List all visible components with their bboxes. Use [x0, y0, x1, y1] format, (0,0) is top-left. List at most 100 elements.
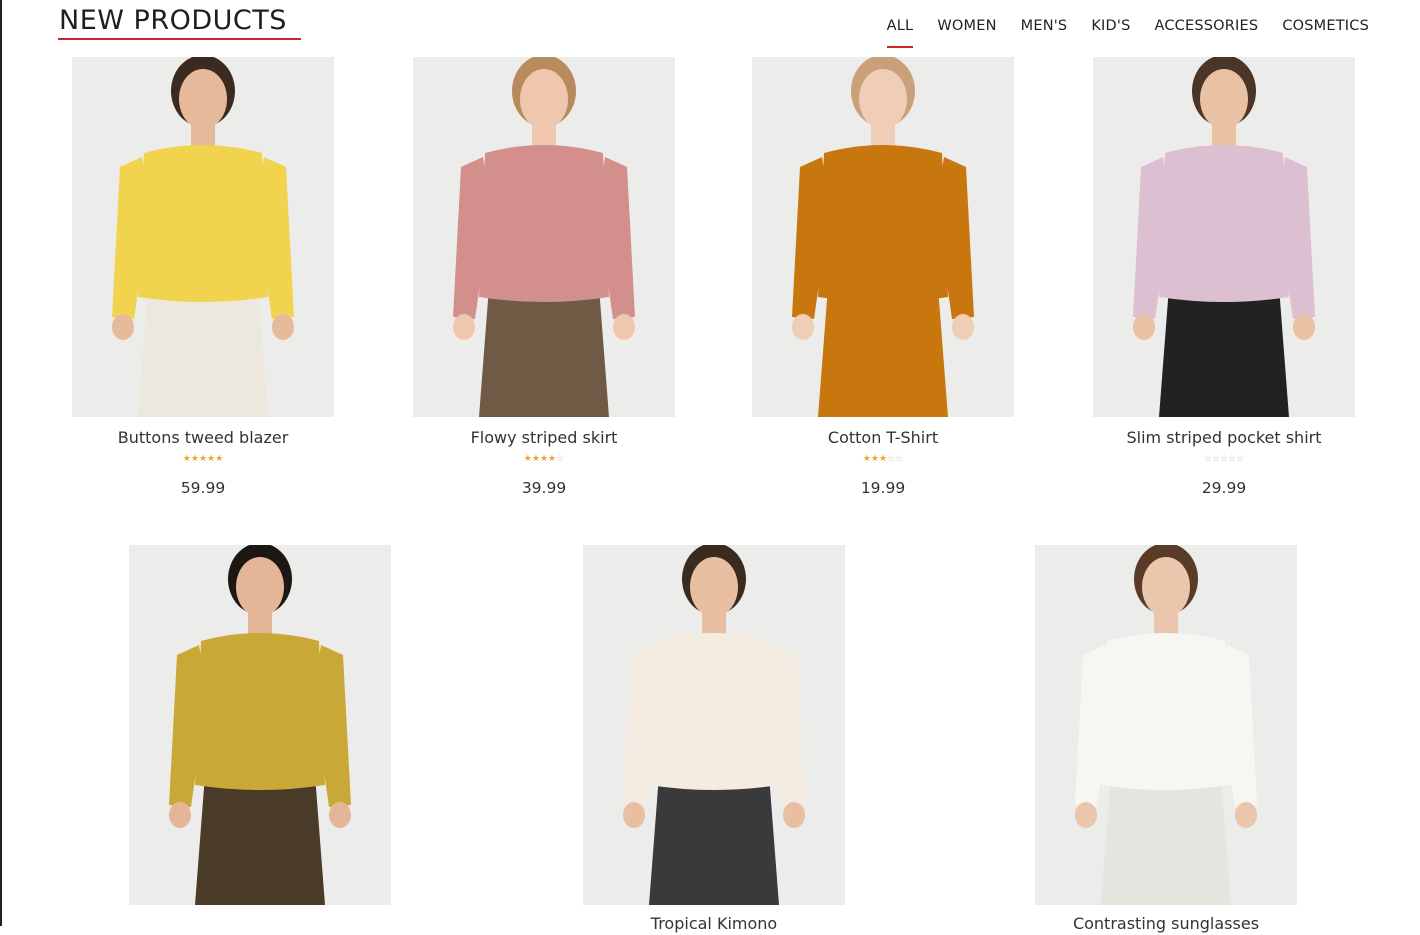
star-filled-icon: ★: [870, 454, 879, 464]
product-name[interactable]: Slim striped pocket shirt: [1093, 427, 1355, 449]
model-left-hand: [623, 802, 645, 828]
model-illustration: [623, 545, 805, 905]
star-empty-icon: ☆: [1228, 454, 1237, 464]
product-name[interactable]: Tropical Kimono: [583, 913, 845, 935]
product-card[interactable]: Contrasting sunglasses: [1035, 545, 1297, 935]
product-price: 19.99: [860, 479, 906, 497]
section-title: NEW PRODUCTS: [59, 5, 287, 36]
model-top: [1101, 633, 1231, 790]
model-right-hand: [329, 802, 351, 828]
product-card[interactable]: Tropical Kimono: [583, 545, 845, 935]
model-illustration: [1133, 57, 1315, 417]
model-face: [236, 557, 284, 617]
star-filled-icon: ★: [207, 454, 216, 464]
model-illustration: [1075, 545, 1257, 905]
star-filled-icon: ★: [523, 454, 532, 464]
model-top: [818, 145, 948, 302]
model-left-hand: [453, 314, 475, 340]
model-top: [1159, 145, 1289, 302]
model-illustration: [453, 57, 635, 417]
model-right-hand: [783, 802, 805, 828]
star-filled-icon: ★: [878, 454, 888, 464]
model-right-hand: [1235, 802, 1257, 828]
title-underline: [58, 38, 301, 40]
model-bottom: [1101, 775, 1231, 905]
model-left-hand: [112, 314, 134, 340]
model-bottom: [649, 775, 779, 905]
product-price: 29.99: [1201, 479, 1247, 497]
star-filled-icon: ★: [862, 454, 871, 464]
model-top: [138, 145, 268, 302]
rating-stars: ★★★★☆: [413, 453, 675, 465]
model-illustration: [169, 545, 351, 905]
model-top: [195, 633, 325, 790]
model-bottom: [138, 287, 268, 417]
star-empty-icon: ☆: [895, 454, 904, 464]
star-empty-icon: ☆: [1203, 454, 1212, 464]
product-card[interactable]: [129, 545, 391, 913]
window-left-edge: [0, 0, 2, 926]
product-image[interactable]: [129, 545, 391, 905]
product-image[interactable]: [1093, 57, 1355, 417]
star-filled-icon: ★: [198, 454, 208, 464]
product-card[interactable]: Flowy striped skirt ★★★★☆ 39.99: [413, 57, 675, 498]
model-left-hand: [1075, 802, 1097, 828]
model-top: [649, 633, 779, 790]
product-card[interactable]: Buttons tweed blazer ★★★★★ 59.99: [72, 57, 334, 498]
model-right-hand: [1293, 314, 1315, 340]
product-price: 59.99: [180, 479, 226, 497]
model-bottom: [818, 287, 948, 417]
model-illustration: [112, 57, 294, 417]
star-empty-icon: ☆: [887, 454, 896, 464]
tab-kids[interactable]: KID'S: [1091, 16, 1130, 36]
product-card[interactable]: Cotton T-Shirt ★★★☆☆ 19.99: [752, 57, 1014, 498]
product-name[interactable]: Buttons tweed blazer: [72, 427, 334, 449]
product-image[interactable]: [413, 57, 675, 417]
star-filled-icon: ★: [539, 454, 549, 464]
model-face: [1142, 557, 1190, 617]
product-image[interactable]: [583, 545, 845, 905]
product-image[interactable]: [72, 57, 334, 417]
tab-cosmetics[interactable]: COSMETICS: [1282, 16, 1369, 36]
model-left-hand: [1133, 314, 1155, 340]
product-name[interactable]: Cotton T-Shirt: [752, 427, 1014, 449]
model-right-hand: [272, 314, 294, 340]
model-right-hand: [952, 314, 974, 340]
model-left-hand: [169, 802, 191, 828]
model-bottom: [479, 287, 609, 417]
model-right-hand: [613, 314, 635, 340]
model-left-hand: [792, 314, 814, 340]
model-bottom: [195, 775, 325, 905]
star-filled-icon: ★: [215, 454, 224, 464]
tab-women[interactable]: WOMEN: [937, 16, 996, 36]
product-name[interactable]: Flowy striped skirt: [413, 427, 675, 449]
model-bottom: [1159, 287, 1289, 417]
model-face: [179, 69, 227, 129]
model-face: [520, 69, 568, 129]
rating-stars: ★★★☆☆: [752, 453, 1014, 465]
tab-all[interactable]: ALL: [886, 16, 914, 48]
star-filled-icon: ★: [531, 454, 540, 464]
star-empty-icon: ☆: [556, 454, 565, 464]
star-empty-icon: ☆: [1211, 454, 1220, 464]
model-face: [690, 557, 738, 617]
model-illustration: [792, 57, 974, 417]
product-image[interactable]: [1035, 545, 1297, 905]
tab-accessories[interactable]: ACCESSORIES: [1154, 16, 1258, 36]
model-top: [479, 145, 609, 302]
rating-stars: ★★★★★: [72, 453, 334, 465]
star-filled-icon: ★: [548, 454, 557, 464]
product-card[interactable]: Slim striped pocket shirt ☆☆☆☆☆ 29.99: [1093, 57, 1355, 498]
star-filled-icon: ★: [182, 454, 191, 464]
model-face: [859, 69, 907, 129]
product-name[interactable]: Contrasting sunglasses: [1035, 913, 1297, 935]
category-tabs: ALL WOMEN MEN'S KID'S ACCESSORIES COSMET…: [886, 16, 1369, 48]
star-filled-icon: ★: [190, 454, 199, 464]
tab-mens[interactable]: MEN'S: [1021, 16, 1068, 36]
star-empty-icon: ☆: [1219, 454, 1229, 464]
product-image[interactable]: [752, 57, 1014, 417]
star-empty-icon: ☆: [1236, 454, 1245, 464]
product-price: 39.99: [521, 479, 567, 497]
rating-stars: ☆☆☆☆☆: [1093, 453, 1355, 465]
model-face: [1200, 69, 1248, 129]
